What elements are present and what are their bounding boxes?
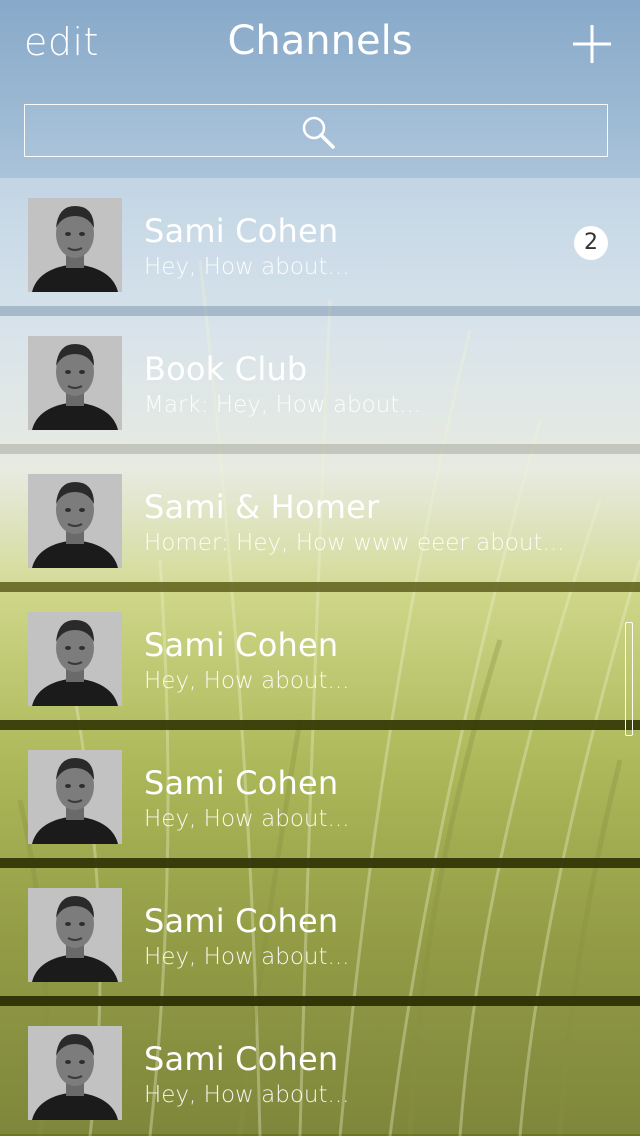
channel-name: Sami & Homer xyxy=(144,488,380,526)
channel-name: Sami Cohen xyxy=(144,212,339,250)
channel-name: Sami Cohen xyxy=(144,902,339,940)
channel-name: Sami Cohen xyxy=(144,1040,339,1078)
message-preview: Hey, How about... xyxy=(144,1082,350,1108)
message-preview: Homer: Hey, How www eeer about... xyxy=(144,530,565,556)
scrollbar[interactable] xyxy=(625,622,633,736)
channel-row[interactable]: Sami Cohen Hey, How about... xyxy=(0,1006,640,1134)
channel-name: Sami Cohen xyxy=(144,626,339,664)
search-input[interactable] xyxy=(25,105,611,158)
page-title: Channels xyxy=(227,18,413,64)
message-preview: Hey, How about... xyxy=(144,944,350,970)
unread-badge: 2 xyxy=(574,226,608,260)
row-divider xyxy=(0,444,640,454)
person-avatar-icon xyxy=(28,336,122,430)
avatar xyxy=(28,612,122,706)
message-preview: Mark: Hey, How about... xyxy=(144,392,422,418)
avatar xyxy=(28,198,122,292)
avatar xyxy=(28,474,122,568)
person-avatar-icon xyxy=(28,612,122,706)
channel-row[interactable]: Book Club Mark: Hey, How about... xyxy=(0,316,640,444)
person-avatar-icon xyxy=(28,1026,122,1120)
channel-row[interactable]: Sami Cohen Hey, How about... xyxy=(0,730,640,858)
edit-button[interactable]: edit xyxy=(24,20,99,64)
channel-list: Sami Cohen Hey, How about... 2 Book Club… xyxy=(0,178,640,1136)
add-channel-button[interactable] xyxy=(570,22,614,66)
channel-row[interactable]: Sami Cohen Hey, How about... 2 xyxy=(0,178,640,306)
avatar xyxy=(28,1026,122,1120)
message-preview: Hey, How about... xyxy=(144,668,350,694)
person-avatar-icon xyxy=(28,888,122,982)
channel-row[interactable]: Sami Cohen Hey, How about... xyxy=(0,592,640,720)
person-avatar-icon xyxy=(28,750,122,844)
channel-row[interactable]: Sami & Homer Homer: Hey, How www eeer ab… xyxy=(0,454,640,582)
message-preview: Hey, How about... xyxy=(144,806,350,832)
row-divider xyxy=(0,306,640,316)
avatar xyxy=(28,888,122,982)
channel-name: Book Club xyxy=(144,350,308,388)
row-divider xyxy=(0,582,640,592)
row-divider xyxy=(0,858,640,868)
person-avatar-icon xyxy=(28,474,122,568)
channel-name: Sami Cohen xyxy=(144,764,339,802)
person-avatar-icon xyxy=(28,198,122,292)
message-preview: Hey, How about... xyxy=(144,254,350,280)
avatar xyxy=(28,336,122,430)
plus-icon xyxy=(573,25,611,63)
search-bar[interactable] xyxy=(24,104,611,158)
header: edit Channels xyxy=(0,0,640,178)
channel-row[interactable]: Sami Cohen Hey, How about... xyxy=(0,868,640,996)
avatar xyxy=(28,750,122,844)
row-divider xyxy=(0,996,640,1006)
row-divider xyxy=(0,720,640,730)
